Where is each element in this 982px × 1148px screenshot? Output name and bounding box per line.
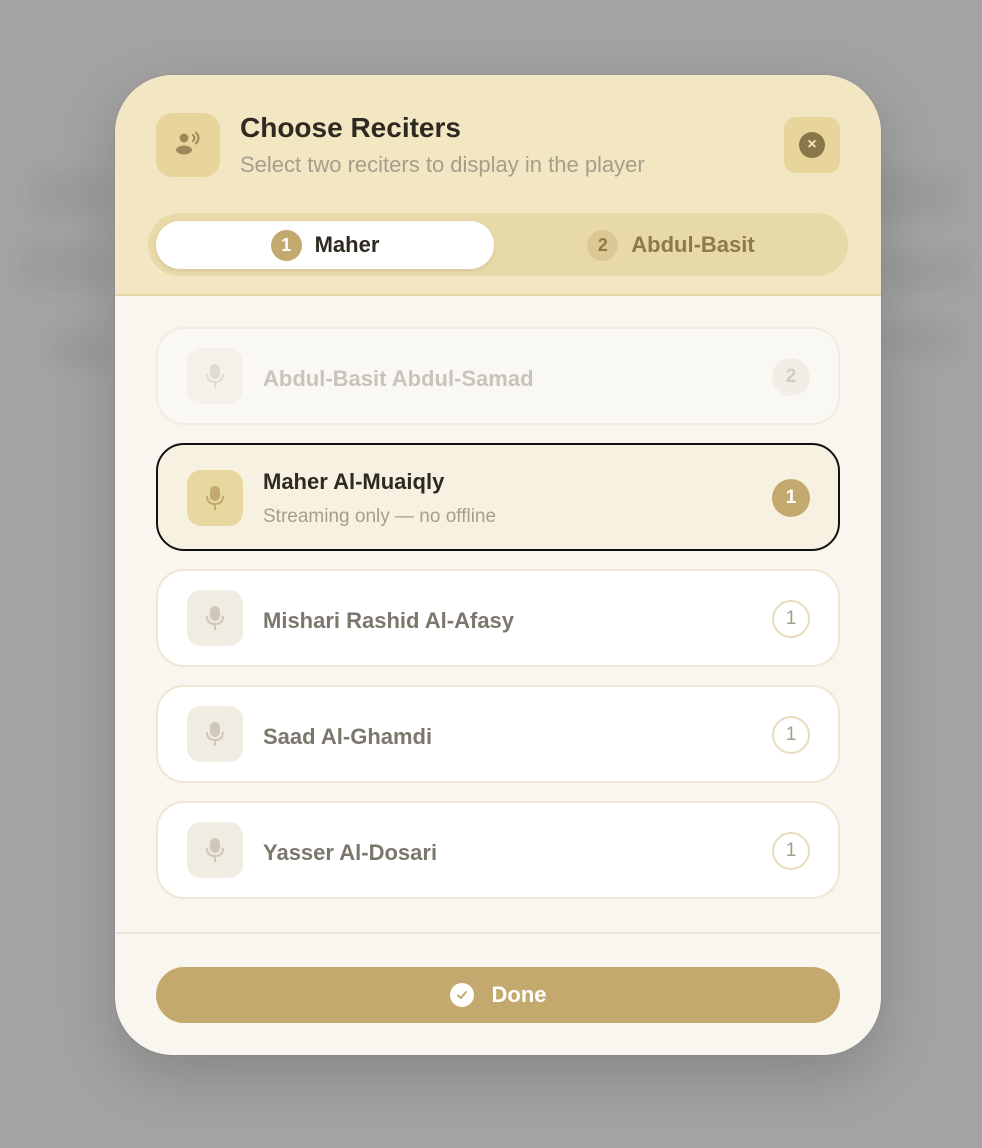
reciter-item-yasser[interactable]: Yasser Al-Dosari 1 [156, 801, 840, 899]
dialog-title: Choose Reciters [240, 112, 461, 143]
microphone-icon [187, 470, 243, 526]
slot-badge: 1 [772, 600, 810, 638]
background-blur [30, 170, 110, 220]
background-blur [20, 240, 110, 290]
background-blur [870, 170, 960, 220]
tab-number: 2 [587, 229, 619, 261]
tab-label: Abdul-Basit [631, 232, 755, 257]
tab-slot-2[interactable]: 2 Abdul-Basit [502, 221, 840, 269]
reciter-name: Maher Al-Muaiqly [263, 469, 445, 494]
reciter-item-maher[interactable]: Maher Al-Muaiqly Streaming only — no off… [156, 443, 840, 551]
reciter-voice-icon [156, 113, 220, 177]
reciter-item-saad[interactable]: Saad Al-Ghamdi 1 [156, 685, 840, 783]
tab-number: 1 [270, 229, 302, 261]
done-button[interactable]: Done [156, 967, 840, 1023]
microphone-icon [187, 348, 243, 404]
reciter-item-mishari[interactable]: Mishari Rashid Al-Afasy 1 [156, 569, 840, 667]
reciter-slot-tabs: 1 Maher 2 Abdul-Basit [148, 213, 848, 276]
slot-badge: 1 [772, 832, 810, 870]
checkmark-icon [449, 983, 474, 1007]
microphone-icon [187, 590, 243, 646]
slot-badge: 1 [772, 479, 810, 517]
reciter-subtitle: Streaming only — no offline [263, 506, 497, 527]
tab-slot-1[interactable]: 1 Maher [156, 221, 494, 269]
close-icon: × [799, 132, 825, 158]
reciter-name: Abdul-Basit Abdul-Samad [263, 366, 534, 391]
dialog-subtitle: Select two reciters to display in the pl… [240, 152, 645, 177]
background-blur [880, 320, 960, 360]
done-label: Done [491, 982, 547, 1007]
choose-reciters-dialog: Choose Reciters Select two reciters to d… [115, 75, 881, 1055]
microphone-icon [187, 822, 243, 878]
microphone-icon [187, 706, 243, 762]
footer-divider [115, 932, 881, 934]
background-blur [880, 250, 970, 290]
tab-label: Maher [314, 232, 380, 257]
reciter-name: Yasser Al-Dosari [263, 840, 438, 865]
slot-badge: 1 [772, 716, 810, 754]
reciter-name: Mishari Rashid Al-Afasy [263, 608, 515, 633]
reciter-item-abdul-basit[interactable]: Abdul-Basit Abdul-Samad 2 [156, 327, 840, 425]
slot-badge: 2 [772, 358, 810, 396]
reciter-name: Saad Al-Ghamdi [263, 724, 433, 749]
background-blur [50, 330, 110, 370]
dialog-header: Choose Reciters Select two reciters to d… [115, 75, 881, 296]
close-button[interactable]: × [784, 117, 840, 173]
